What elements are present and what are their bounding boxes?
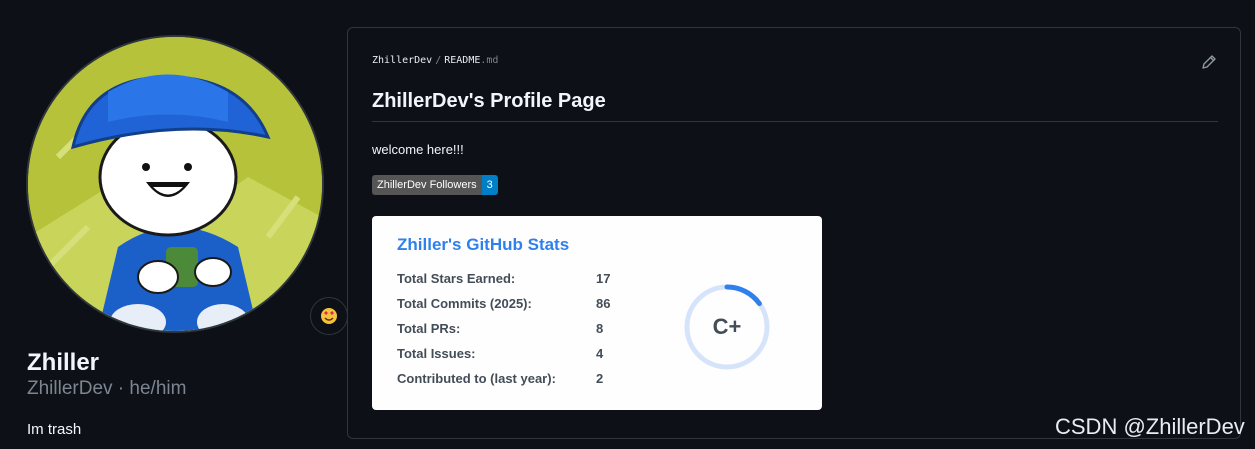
rank-circle: C+ [682,282,772,372]
stat-value: 2 [596,371,604,386]
stats-card-title: Zhiller's GitHub Stats [397,235,570,254]
profile-bio: Im trash [27,421,82,438]
readme-breadcrumb: ZhillerDev / README.md [372,55,498,66]
stat-value: 86 [596,296,611,311]
followers-badge-label: ZhillerDev Followers [372,175,482,195]
github-stats-card: Zhiller's GitHub Stats Total Stars Earne… [372,216,822,410]
profile-display-name: Zhiller [27,349,100,376]
avatar[interactable] [26,35,324,333]
stat-value: 8 [596,321,604,336]
stat-label: Total PRs: [397,321,461,336]
stat-label: Contributed to (last year): [397,371,556,386]
heading-divider [372,121,1218,122]
stat-value: 4 [596,346,604,361]
readme-welcome-text: welcome here!!! [372,142,464,157]
stat-label: Total Commits (2025): [397,296,532,311]
stat-value: 17 [596,271,611,286]
readme-heading: ZhillerDev's Profile Page [372,90,606,112]
breadcrumb-file[interactable]: README [444,55,480,66]
breadcrumb-owner[interactable]: ZhillerDev [372,55,432,66]
csdn-watermark: CSDN @ZhillerDev [1055,414,1245,439]
rank-grade: C+ [712,314,742,339]
followers-badge-count: 3 [481,175,498,195]
avatar-illustration [28,37,322,331]
stat-label: Total Stars Earned: [397,271,516,286]
followers-badge[interactable]: ZhillerDev Followers 3 [372,175,498,195]
readme-box: ZhillerDev / README.md ZhillerDev's Profil… [347,27,1241,439]
face-hearts-icon [321,308,337,324]
breadcrumb-separator: / [435,55,442,66]
pencil-icon [1202,55,1216,69]
profile-username-pronouns: ZhillerDev · he/him [27,378,187,399]
status-emoji-button[interactable] [310,297,348,335]
breadcrumb-file-ext: .md [480,55,499,66]
edit-readme-button[interactable] [1200,53,1218,71]
avatar-container [26,35,348,335]
stat-label: Total Issues: [397,346,476,361]
